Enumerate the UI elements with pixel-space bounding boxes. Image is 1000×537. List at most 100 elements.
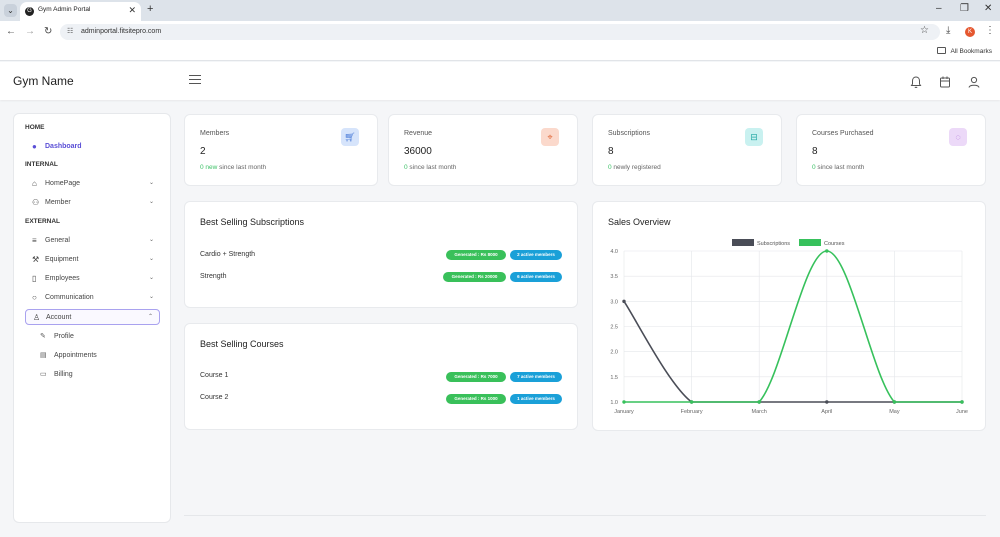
y-tick-label: 2.5 xyxy=(610,325,618,331)
info-icon: ● xyxy=(32,142,37,151)
data-point-courses xyxy=(960,400,964,404)
stat-label: Members xyxy=(200,130,230,137)
menu-toggle-icon[interactable] xyxy=(189,75,201,87)
wrench-icon: ⚒ xyxy=(32,255,40,264)
legend-label-subscriptions: Subscriptions xyxy=(757,241,790,247)
sales-chart: 1.0 1.5 2.0 2.5 3.0 3.5 4.0 January February Marc… xyxy=(610,239,968,415)
chevron-down-icon: ⌄ xyxy=(148,294,154,300)
browser-tab-strip: ⌄ G Gym Admin Portal ✕ + – ❐ ✕ xyxy=(0,0,1000,21)
user-icon[interactable] xyxy=(967,75,981,89)
user-edit-icon: ✎ xyxy=(40,333,46,340)
sidebar-item-label: Communication xyxy=(45,294,94,301)
chevron-down-icon: ⌄ xyxy=(148,256,154,262)
browser-tab[interactable]: G Gym Admin Portal ✕ xyxy=(20,2,141,21)
sidebar-item-dashboard[interactable]: ● Dashboard xyxy=(25,139,160,155)
generated-badge: Generated : Rs 1000 xyxy=(446,394,506,404)
sidebar: HOME ● Dashboard INTERNAL ⌂ HomePage ⌄ ⚇… xyxy=(13,113,171,523)
legend-swatch-courses xyxy=(799,239,821,246)
generated-badge: Generated : Rs 7000 xyxy=(446,372,506,382)
user-icon: ♙ xyxy=(33,313,41,322)
x-tick-label: June xyxy=(956,409,968,415)
all-bookmarks-button[interactable]: All Bookmarks xyxy=(937,47,992,55)
window-close-icon[interactable]: ✕ xyxy=(984,3,992,14)
sidebar-subitem-label: Appointments xyxy=(54,352,97,359)
restore-icon[interactable]: ❐ xyxy=(960,3,969,14)
stat-value: 8 xyxy=(812,146,818,157)
stat-value: 2 xyxy=(200,146,206,157)
stat-subtext: 0 new since last month xyxy=(200,164,266,171)
sidebar-item-communication[interactable]: ○ Communication ⌄ xyxy=(25,290,160,306)
new-tab-button[interactable]: + xyxy=(147,3,153,15)
best-courses-panel: Best Selling Courses Course 1 Generated … xyxy=(184,323,578,430)
x-tick-label: March xyxy=(752,409,767,415)
tab-search-button[interactable]: ⌄ xyxy=(4,4,17,17)
download-icon[interactable]: ⤓ xyxy=(946,25,950,36)
sidebar-item-homepage[interactable]: ⌂ HomePage ⌄ xyxy=(25,176,160,192)
subscription-name: Cardio + Strength xyxy=(200,251,256,258)
data-point-courses xyxy=(825,249,829,253)
sidebar-item-label: HomePage xyxy=(45,180,81,187)
site-info-icon[interactable]: ☷ xyxy=(67,27,73,35)
notification-bell-icon[interactable] xyxy=(909,75,923,89)
stat-value: 36000 xyxy=(404,146,432,157)
reload-icon[interactable]: ↻ xyxy=(44,26,52,37)
sidebar-item-general[interactable]: ≡ General ⌄ xyxy=(25,233,160,249)
chevron-down-icon: ⌄ xyxy=(148,237,154,243)
sidebar-subitem-label: Profile xyxy=(54,333,74,340)
section-internal: INTERNAL xyxy=(25,161,58,168)
stat-label: Courses Purchased xyxy=(812,130,874,137)
chat-icon: ○ xyxy=(32,293,37,302)
sidebar-item-label: Member xyxy=(45,199,71,206)
browser-menu-icon[interactable]: ⋮ xyxy=(985,25,995,36)
active-members-badge: 2 active members xyxy=(510,250,562,260)
bookmark-star-icon[interactable]: ☆ xyxy=(920,25,929,36)
cart-icon: 🛒︎ xyxy=(341,128,359,146)
data-point-courses xyxy=(757,400,761,404)
profile-avatar[interactable]: K xyxy=(965,27,975,37)
stat-highlight: 0 new xyxy=(200,164,218,171)
stat-card-subscriptions: Subscriptions 8 0 newly registered ⊟ xyxy=(592,114,782,186)
calendar-icon[interactable] xyxy=(938,75,952,89)
url-field[interactable]: ☷ adminportal.fitsitepro.com xyxy=(60,24,940,40)
sidebar-item-equipment[interactable]: ⚒ Equipment ⌄ xyxy=(25,252,160,268)
generated-badge: Generated : Rs 8000 xyxy=(446,250,506,260)
stat-subtext-rest: since last month xyxy=(815,164,865,171)
stat-subtext: 0 newly registered xyxy=(608,164,661,171)
sales-overview-panel: Sales Overview 1.0 1.5 2.0 2.5 3.0 3.5 4.0 Janu… xyxy=(592,201,986,431)
sidebar-item-member[interactable]: ⚇ Member ⌄ xyxy=(25,195,160,211)
stat-label: Subscriptions xyxy=(608,130,651,137)
stat-card-revenue: Revenue 36000 0 since last month ⌖ xyxy=(388,114,578,186)
chat-bubble-icon: ◌ xyxy=(949,128,967,146)
sidebar-item-employees[interactable]: ▯ Employees ⌄ xyxy=(25,271,160,287)
minimize-icon[interactable]: – xyxy=(936,3,942,14)
forward-icon[interactable]: → xyxy=(25,26,35,37)
sidebar-item-account[interactable]: ♙ Account ⌃ xyxy=(25,309,160,325)
bookmark-icon: ▯ xyxy=(32,274,37,283)
x-tick-label: May xyxy=(889,409,900,415)
legend-label-courses: Courses xyxy=(824,241,845,247)
bookmarks-bar: All Bookmarks xyxy=(0,43,1000,61)
y-tick-label: 2.0 xyxy=(610,350,618,356)
section-home: HOME xyxy=(25,124,45,131)
y-tick-label: 1.5 xyxy=(610,375,618,381)
sidebar-item-label: Equipment xyxy=(45,256,79,263)
data-point-courses xyxy=(689,400,694,404)
tab-favicon: G xyxy=(25,7,34,16)
chevron-down-icon: ⌄ xyxy=(148,180,154,186)
active-members-badge: 7 active members xyxy=(510,372,562,382)
url-text: adminportal.fitsitepro.com xyxy=(81,28,162,35)
x-tick-label: February xyxy=(681,409,703,415)
footer-divider xyxy=(184,515,986,516)
stat-subtext-rest: since last month xyxy=(217,164,267,171)
credit-card-icon: ▭ xyxy=(40,371,47,378)
generated-badge: Generated : Rs 20000 xyxy=(443,272,506,282)
data-point-courses xyxy=(622,400,626,404)
section-external: EXTERNAL xyxy=(25,218,61,225)
sidebar-item-label: Account xyxy=(46,314,72,321)
all-bookmarks-label: All Bookmarks xyxy=(950,48,992,55)
back-icon[interactable]: ← xyxy=(6,26,16,37)
tab-close-icon[interactable]: ✕ xyxy=(128,5,136,16)
stat-card-members: Members 2 0 new since last month 🛒︎ xyxy=(184,114,378,186)
best-subscriptions-panel: Best Selling Subscriptions Cardio + Stre… xyxy=(184,201,578,308)
chevron-down-icon: ⌄ xyxy=(148,275,154,281)
